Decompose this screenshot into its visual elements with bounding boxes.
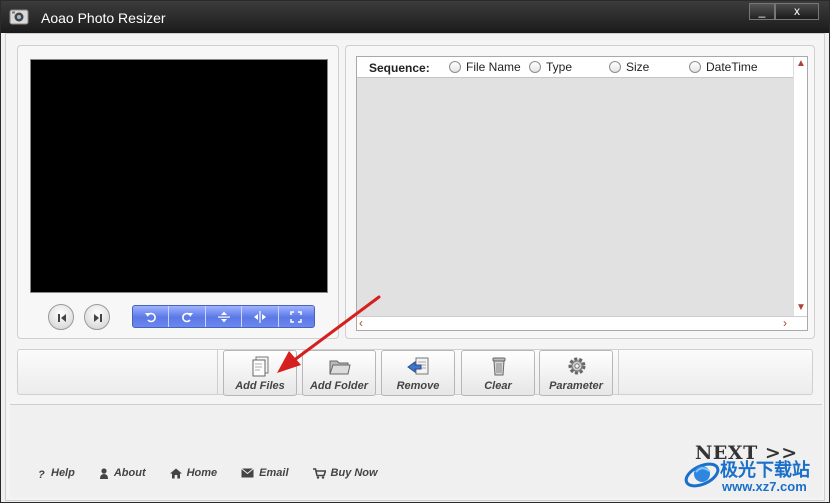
footer-links: ? Help About Home Email Buy Now (38, 467, 402, 479)
cart-icon (312, 467, 326, 479)
trash-icon (492, 357, 506, 376)
vertical-scrollbar[interactable]: ▲ ▼ (793, 57, 807, 316)
toolbar-spacer (18, 350, 218, 394)
scroll-up-icon[interactable]: ▲ (796, 59, 806, 69)
about-label: About (113, 467, 146, 479)
status-panel: ? Help About Home Email Buy Now NEXT >> … (10, 404, 822, 498)
close-button[interactable]: x (775, 3, 819, 20)
radio-dot (689, 61, 701, 73)
sort-by-datetime-radio[interactable]: DateTime (689, 60, 758, 74)
flip-vertical-button[interactable] (206, 306, 243, 327)
radio-dot (449, 61, 461, 73)
buy-now-label: Buy Now (330, 467, 378, 479)
radio-label: Size (626, 60, 650, 74)
radio-dot (529, 61, 541, 73)
home-label: Home (186, 467, 218, 479)
watermark-url: www.xz7.com (722, 479, 807, 494)
sort-by-file-name-radio[interactable]: File Name (449, 60, 521, 74)
next-image-button[interactable] (84, 304, 110, 330)
scroll-down-icon[interactable]: ▼ (796, 303, 806, 313)
file-list[interactable]: Sequence: File Name Type Size DateTime ▲… (356, 56, 808, 331)
add-files-icon (252, 356, 269, 377)
remove-button[interactable]: Remove (381, 350, 455, 396)
rotate-left-icon (144, 312, 156, 322)
sequence-bar: Sequence: File Name Type Size DateTime (357, 57, 793, 78)
flip-horizontal-icon (253, 310, 266, 323)
app-window: Aoao Photo Resizer _ x Sequence: File Na… (0, 0, 830, 503)
add-files-label: Add Files (235, 380, 285, 392)
svg-text:?: ? (38, 469, 45, 479)
file-list-panel: Sequence: File Name Type Size DateTime ▲… (345, 45, 815, 339)
clear-label: Clear (484, 380, 512, 392)
sort-by-size-radio[interactable]: Size (609, 60, 649, 74)
flip-vertical-icon (217, 311, 230, 322)
gear-icon (568, 357, 586, 375)
email-link[interactable]: Email (241, 467, 289, 479)
help-icon: ? (38, 469, 45, 479)
rotate-right-icon (182, 312, 194, 322)
parameter-label: Parameter (549, 380, 603, 392)
help-link[interactable]: ? Help (38, 467, 75, 479)
rotate-right-button[interactable] (169, 306, 206, 327)
remove-icon (407, 357, 429, 375)
add-folder-label: Add Folder (309, 380, 369, 392)
home-icon (169, 468, 182, 478)
envelope-icon (241, 468, 254, 478)
toolbar-spacer (618, 350, 812, 394)
action-toolbar: Add Files Add Folder Remove Clear Parame… (17, 349, 813, 396)
buy-now-link[interactable]: Buy Now (312, 467, 378, 479)
sort-by-type-radio[interactable]: Type (529, 60, 572, 74)
skip-next-icon (94, 314, 102, 322)
about-link[interactable]: About (99, 467, 146, 479)
radio-dot (609, 61, 621, 73)
watermark-logo-icon (684, 462, 720, 488)
clear-button[interactable]: Clear (461, 350, 535, 396)
parameter-button[interactable]: Parameter (539, 350, 613, 396)
person-icon (99, 467, 108, 479)
radio-label: DateTime (706, 60, 758, 74)
radio-label: File Name (466, 60, 521, 74)
app-logo-icon (9, 9, 29, 25)
pointer-arrow-annotation (277, 295, 381, 373)
title-bar[interactable]: Aoao Photo Resizer _ x (1, 1, 829, 33)
minimize-button[interactable]: _ (749, 3, 775, 20)
rotate-left-button[interactable] (133, 306, 170, 327)
email-label: Email (259, 467, 289, 479)
skip-previous-icon (58, 314, 66, 322)
scroll-right-icon[interactable]: › (783, 317, 787, 329)
preview-screen (30, 59, 328, 293)
previous-image-button[interactable] (48, 304, 74, 330)
main-client-area: Sequence: File Name Type Size DateTime ▲… (5, 33, 825, 501)
help-label: Help (51, 467, 75, 479)
horizontal-scrollbar[interactable]: ‹ › (357, 316, 807, 330)
remove-label: Remove (396, 380, 440, 392)
radio-label: Type (546, 60, 573, 74)
sequence-label: Sequence: (369, 61, 430, 75)
home-link[interactable]: Home (169, 467, 218, 479)
window-title: Aoao Photo Resizer (41, 10, 166, 26)
